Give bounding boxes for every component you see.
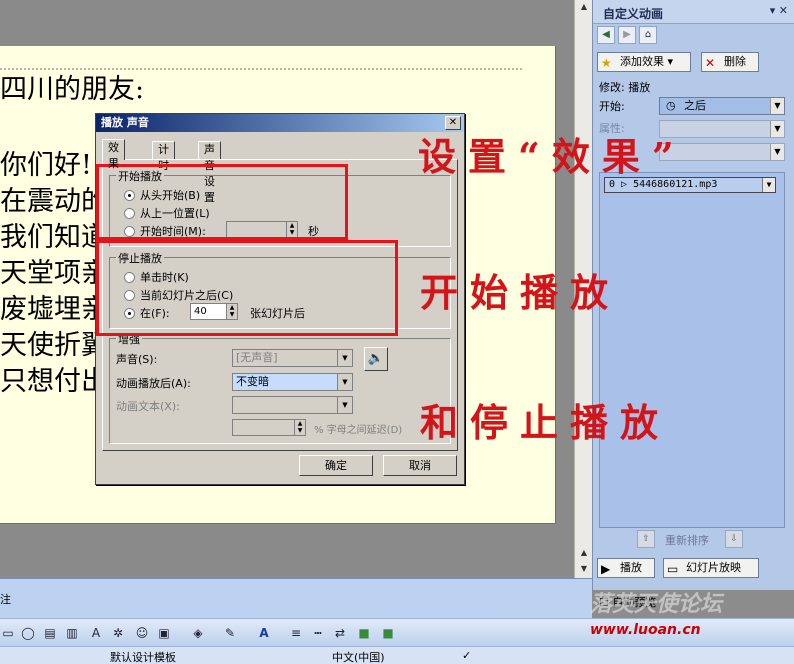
- home-icon[interactable]: ⌂: [639, 26, 657, 44]
- diagram-icon[interactable]: ✲: [110, 625, 126, 641]
- after-animation-select[interactable]: 不变暗 ▼: [232, 373, 353, 391]
- animate-text-label: 动画文本(X):: [116, 400, 180, 413]
- fill-color-icon[interactable]: ◈: [190, 625, 206, 641]
- star-icon: ★: [601, 56, 612, 70]
- letter-delay-spinner: ▲ ▼: [232, 419, 306, 436]
- remove-button[interactable]: ✕ 删除: [701, 52, 759, 72]
- slideshow-icon: ▭: [667, 562, 679, 576]
- title-placeholder-border: [0, 68, 522, 70]
- reorder-label: 重新排序: [665, 534, 709, 547]
- spelling-icon[interactable]: ✓: [462, 649, 471, 662]
- wordart-icon[interactable]: A: [88, 625, 104, 641]
- chevron-down-icon: ▼: [337, 350, 352, 366]
- slideshow-button[interactable]: ▭ 幻灯片放映: [663, 558, 759, 578]
- animate-text-select: ▼: [232, 396, 353, 414]
- custom-animation-pane: 自定义动画 ▾ ✕ ◀ ▶ ⌂ ★ 添加效果 ▾ ✕ 删除 修改: 播放 开始:…: [592, 0, 794, 609]
- notes-pane[interactable]: 注: [0, 578, 592, 618]
- move-up-icon: ⇧: [637, 530, 655, 548]
- rectangle-icon[interactable]: ▭: [0, 625, 16, 641]
- task-pane-header: 自定义动画 ▾ ✕: [593, 0, 794, 24]
- annotation-box-start: [96, 164, 348, 240]
- play-icon: ▶: [601, 562, 611, 576]
- dialog-title: 播放 声音: [101, 116, 149, 129]
- slide-text-line: 四川的朋友:: [0, 74, 145, 105]
- chevron-down-icon: ▼: [770, 121, 784, 137]
- tab-sound-settings[interactable]: 声音设置: [198, 141, 221, 204]
- play-label: 播放: [620, 561, 642, 574]
- cancel-button[interactable]: 取消: [383, 455, 457, 476]
- page-down-icon[interactable]: ▼: [576, 562, 592, 576]
- slide-text-line: 天使折翼: [0, 330, 108, 361]
- add-effect-button[interactable]: ★ 添加效果 ▾: [597, 52, 691, 72]
- forum-watermark-url: www.luoan.cn: [590, 622, 701, 638]
- status-template: 默认设计模板: [110, 651, 176, 664]
- task-pane-menu-icon[interactable]: ▾ ✕: [770, 4, 788, 17]
- annotation-set-effect: 设置“效果”: [418, 134, 686, 179]
- tab-effect[interactable]: 效果: [102, 139, 125, 170]
- annotation-stop-play: 和停止播放: [420, 400, 671, 445]
- after-animation-value: 不变暗: [236, 375, 269, 388]
- after-animation-label: 动画播放后(A):: [116, 377, 191, 390]
- slideshow-label: 幻灯片放映: [686, 561, 741, 574]
- oval-icon[interactable]: ◯: [20, 625, 36, 641]
- play-button[interactable]: ▶ 播放: [597, 558, 655, 578]
- speaker-icon: 🔈: [364, 347, 388, 371]
- clipart-icon[interactable]: ☺: [134, 625, 150, 641]
- move-down-icon: ⇩: [725, 530, 743, 548]
- status-language: 中文(中国): [332, 651, 385, 664]
- slide-text-line: 废墟埋亲: [0, 294, 108, 325]
- dash-style-icon[interactable]: ┅: [310, 625, 326, 641]
- modify-label: 修改: 播放: [599, 81, 651, 94]
- shadow-icon[interactable]: ■: [356, 625, 372, 641]
- animation-list[interactable]: 0 ▷ 5446860121.mp3 ▼: [599, 172, 785, 528]
- font-color-icon[interactable]: A: [256, 625, 272, 641]
- scroll-up-icon[interactable]: ▲: [576, 0, 592, 14]
- annotation-start-play: 开始播放: [420, 270, 621, 315]
- textbox-icon[interactable]: ▤: [42, 625, 58, 641]
- sound-select: [无声音] ▼: [232, 349, 353, 367]
- vertical-textbox-icon[interactable]: ▥: [64, 625, 80, 641]
- chevron-down-icon: ▼: [337, 397, 352, 413]
- task-pane-nav: ◀ ▶ ⌂: [597, 26, 657, 44]
- ok-button[interactable]: 确定: [299, 455, 373, 476]
- slide-text-line: 我们知道: [0, 222, 108, 253]
- task-pane-title: 自定义动画: [603, 7, 664, 21]
- forum-watermark: 落英天使论坛: [590, 592, 723, 617]
- line-style-icon[interactable]: ≡: [288, 625, 304, 641]
- spinner-arrows-icon: ▲ ▼: [294, 420, 305, 435]
- add-effect-label: 添加效果: [620, 55, 664, 68]
- start-value: 之后: [684, 99, 706, 112]
- slide-text-line: 你们好!: [0, 150, 92, 181]
- slide-text-line: 只想付出: [0, 366, 108, 397]
- start-select[interactable]: ◷ 之后 ▼: [659, 97, 785, 115]
- chevron-down-icon: ▼: [770, 144, 784, 160]
- letter-delay-label: % 字母之间延迟(D): [314, 425, 403, 436]
- forward-icon[interactable]: ▶: [618, 26, 636, 44]
- start-label: 开始:: [599, 100, 625, 113]
- remove-icon: ✕: [705, 56, 716, 70]
- page-up-icon[interactable]: ▲: [576, 546, 592, 560]
- picture-icon[interactable]: ▣: [156, 625, 172, 641]
- sound-label: 声音(S):: [116, 353, 158, 366]
- chevron-down-icon[interactable]: ▼: [337, 374, 352, 390]
- slide-text-line: 天堂项亲: [0, 258, 108, 289]
- back-icon[interactable]: ◀: [597, 26, 615, 44]
- remove-label: 删除: [724, 55, 746, 68]
- chevron-down-icon[interactable]: ▼: [762, 178, 775, 192]
- dialog-titlebar[interactable]: 播放 声音 ✕: [96, 114, 464, 132]
- tab-timing[interactable]: 计时: [152, 141, 175, 172]
- notes-text: 注: [0, 593, 11, 606]
- slide-text-line: 在震动的: [0, 186, 108, 217]
- annotation-box-stop: [96, 240, 398, 336]
- 3d-style-icon[interactable]: ■: [380, 625, 396, 641]
- clock-icon: ◷: [666, 99, 676, 112]
- arrow-style-icon[interactable]: ⇄: [332, 625, 348, 641]
- line-color-icon[interactable]: ✎: [222, 625, 238, 641]
- status-bar: 默认设计模板 中文(中国) ✓: [0, 646, 794, 664]
- chevron-down-icon[interactable]: ▼: [770, 98, 784, 114]
- sound-value: [无声音]: [236, 351, 278, 364]
